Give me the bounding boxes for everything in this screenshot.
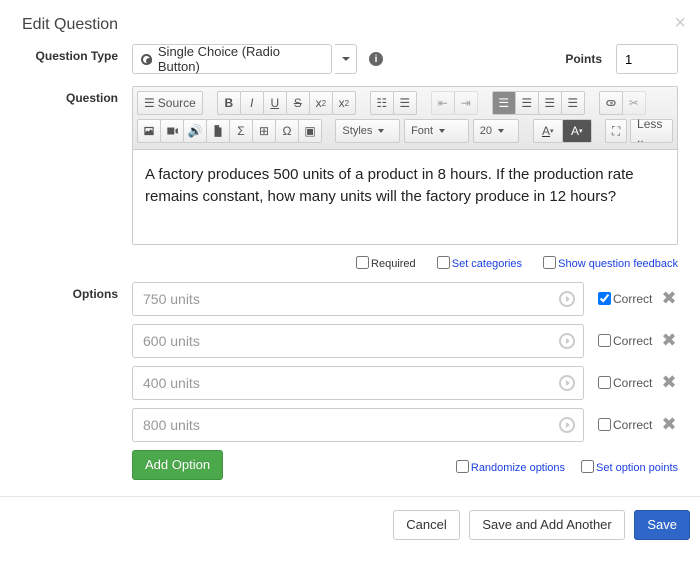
points-input[interactable] <box>616 44 678 74</box>
save-add-another-button[interactable]: Save and Add Another <box>469 510 624 540</box>
option-text: 750 units <box>143 291 200 307</box>
randomize-options-link[interactable]: Randomize options <box>452 462 565 474</box>
question-label: Question <box>22 86 132 270</box>
set-categories-link[interactable]: Set categories <box>433 258 522 270</box>
page-title: Edit Question <box>22 16 118 33</box>
close-icon[interactable]: × <box>674 12 686 35</box>
option-input[interactable]: 750 units <box>132 282 584 316</box>
link-button[interactable] <box>599 91 623 115</box>
delete-option-icon[interactable]: ✖ <box>660 330 678 351</box>
option-text: 400 units <box>143 375 200 391</box>
option-text: 800 units <box>143 417 200 433</box>
size-select[interactable]: 20 <box>473 119 520 143</box>
option-input[interactable]: 400 units <box>132 366 584 400</box>
cancel-button[interactable]: Cancel <box>393 510 459 540</box>
bg-color-button[interactable]: A▾ <box>562 119 592 143</box>
editor-toolbar: ☰Source B I U S x2 x2 ☷ <box>133 87 677 150</box>
template-button[interactable]: ▣ <box>298 119 322 143</box>
delete-option-icon[interactable]: ✖ <box>660 288 678 309</box>
superscript-button[interactable]: x2 <box>332 91 356 115</box>
align-center-button[interactable]: ☰ <box>515 91 539 115</box>
radio-icon <box>141 54 152 65</box>
option-input[interactable]: 600 units <box>132 324 584 358</box>
bold-button[interactable]: B <box>217 91 241 115</box>
indent-button[interactable]: ⇥ <box>454 91 478 115</box>
option-row: 600 units Correct ✖ <box>132 324 678 358</box>
align-justify-button[interactable]: ☰ <box>561 91 585 115</box>
bullet-list-button[interactable]: ☰ <box>393 91 417 115</box>
video-button[interactable] <box>160 119 184 143</box>
numbered-list-button[interactable]: ☷ <box>370 91 394 115</box>
points-label: Points <box>565 52 602 66</box>
underline-button[interactable]: U <box>263 91 287 115</box>
correct-checkbox[interactable]: Correct <box>594 415 650 434</box>
expand-icon[interactable] <box>559 417 575 433</box>
option-text: 600 units <box>143 333 200 349</box>
required-checkbox[interactable]: Required <box>352 258 416 270</box>
add-option-button[interactable]: Add Option <box>132 450 223 480</box>
expand-icon[interactable] <box>559 375 575 391</box>
question-type-value: Single Choice (Radio Button) <box>158 44 323 74</box>
align-right-button[interactable]: ☰ <box>538 91 562 115</box>
option-row: 750 units Correct ✖ <box>132 282 678 316</box>
info-icon[interactable]: i <box>369 52 383 66</box>
correct-checkbox[interactable]: Correct <box>594 373 650 392</box>
table-button[interactable]: ⊞ <box>252 119 276 143</box>
question-type-label: Question Type <box>22 44 132 74</box>
strike-button[interactable]: S <box>286 91 310 115</box>
styles-select[interactable]: Styles <box>335 119 400 143</box>
text-color-button[interactable]: A▾ <box>533 119 563 143</box>
set-option-points-link[interactable]: Set option points <box>577 462 678 474</box>
font-select[interactable]: Font <box>404 119 469 143</box>
expand-icon[interactable] <box>559 291 575 307</box>
delete-option-icon[interactable]: ✖ <box>660 372 678 393</box>
align-left-button[interactable]: ☰ <box>492 91 516 115</box>
question-type-select[interactable]: Single Choice (Radio Button) <box>132 44 332 74</box>
expand-icon[interactable] <box>559 333 575 349</box>
option-row: 800 units Correct ✖ <box>132 408 678 442</box>
file-button[interactable] <box>206 119 230 143</box>
less-button[interactable]: Less .. <box>630 119 673 143</box>
maximize-button[interactable]: ⛶ <box>605 119 627 143</box>
italic-button[interactable]: I <box>240 91 264 115</box>
source-button[interactable]: ☰Source <box>137 91 203 115</box>
delete-option-icon[interactable]: ✖ <box>660 414 678 435</box>
rich-text-editor: ☰Source B I U S x2 x2 ☷ <box>132 86 678 245</box>
correct-checkbox[interactable]: Correct <box>594 289 650 308</box>
options-label: Options <box>22 282 132 480</box>
question-textarea[interactable]: A factory produces 500 units of a produc… <box>133 150 677 244</box>
question-type-caret[interactable] <box>335 44 357 74</box>
option-row: 400 units Correct ✖ <box>132 366 678 400</box>
subscript-button[interactable]: x2 <box>309 91 333 115</box>
sigma-button[interactable]: Σ <box>229 119 253 143</box>
unlink-button[interactable]: ✂ <box>622 91 646 115</box>
audio-button[interactable]: 🔊 <box>183 119 207 143</box>
image-button[interactable] <box>137 119 161 143</box>
show-feedback-link[interactable]: Show question feedback <box>539 258 678 270</box>
save-button[interactable]: Save <box>634 510 690 540</box>
outdent-button[interactable]: ⇤ <box>431 91 455 115</box>
correct-checkbox[interactable]: Correct <box>594 331 650 350</box>
option-input[interactable]: 800 units <box>132 408 584 442</box>
omega-button[interactable]: Ω <box>275 119 299 143</box>
